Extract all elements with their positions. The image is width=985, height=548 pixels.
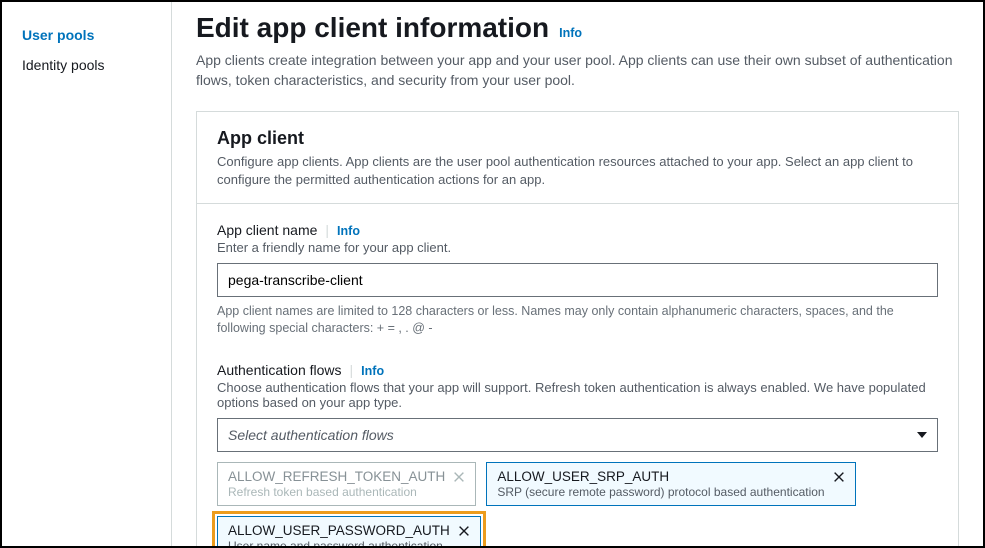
chevron-down-icon [917,432,927,438]
sidebar-item-identity-pools[interactable]: Identity pools [2,50,171,80]
page-info-link[interactable]: Info [559,26,582,40]
chip-subtitle: SRP (secure remote password) protocol ba… [497,485,824,499]
auth-flows-select[interactable]: Select authentication flows [217,418,938,452]
chip-subtitle: Refresh token based authentication [228,485,445,499]
auth-flow-chip-user-srp: ALLOW_USER_SRP_AUTH SRP (secure remote p… [486,462,855,506]
page-title-row: Edit app client information Info [196,12,959,44]
chip-title: ALLOW_USER_PASSWORD_AUTH [228,523,450,538]
auth-flows-select-placeholder: Select authentication flows [228,427,394,443]
chip-title: ALLOW_USER_SRP_AUTH [497,469,824,484]
panel-title: App client [217,128,938,149]
auth-flows-chips: ALLOW_REFRESH_TOKEN_AUTH Refresh token b… [217,462,938,546]
app-client-name-hint: Enter a friendly name for your app clien… [217,240,938,255]
app-client-name-input[interactable] [217,263,938,297]
app-client-name-info-link[interactable]: Info [337,224,360,238]
main-content: Edit app client information Info App cli… [172,2,983,546]
app-client-name-label-row: App client name | Info [217,222,938,238]
close-icon [451,469,467,485]
auth-flows-info-link[interactable]: Info [361,364,384,378]
chip-title: ALLOW_REFRESH_TOKEN_AUTH [228,469,445,484]
auth-flows-label: Authentication flows [217,362,342,378]
auth-flow-chip-refresh-token: ALLOW_REFRESH_TOKEN_AUTH Refresh token b… [217,462,476,506]
app-client-name-label: App client name [217,222,317,238]
page-description: App clients create integration between y… [196,50,956,91]
auth-flow-chip-user-password: ALLOW_USER_PASSWORD_AUTH User name and p… [217,516,481,546]
sidebar: User pools Identity pools [2,2,172,546]
panel-header: App client Configure app clients. App cl… [197,112,958,204]
auth-flows-hint: Choose authentication flows that your ap… [217,380,938,410]
chip-subtitle: User name and password authentication [228,539,450,546]
app-client-panel: App client Configure app clients. App cl… [196,111,959,546]
close-icon[interactable] [831,469,847,485]
app-frame: User pools Identity pools Edit app clien… [0,0,985,548]
panel-subtitle: Configure app clients. App clients are t… [217,153,938,189]
page-title: Edit app client information [196,12,549,44]
sidebar-item-user-pools[interactable]: User pools [2,20,171,50]
close-icon[interactable] [456,523,472,539]
panel-body: App client name | Info Enter a friendly … [197,204,958,546]
app-client-name-help: App client names are limited to 128 char… [217,303,938,338]
auth-flows-label-row: Authentication flows | Info [217,362,938,378]
separator: | [325,222,329,238]
separator: | [350,362,354,378]
